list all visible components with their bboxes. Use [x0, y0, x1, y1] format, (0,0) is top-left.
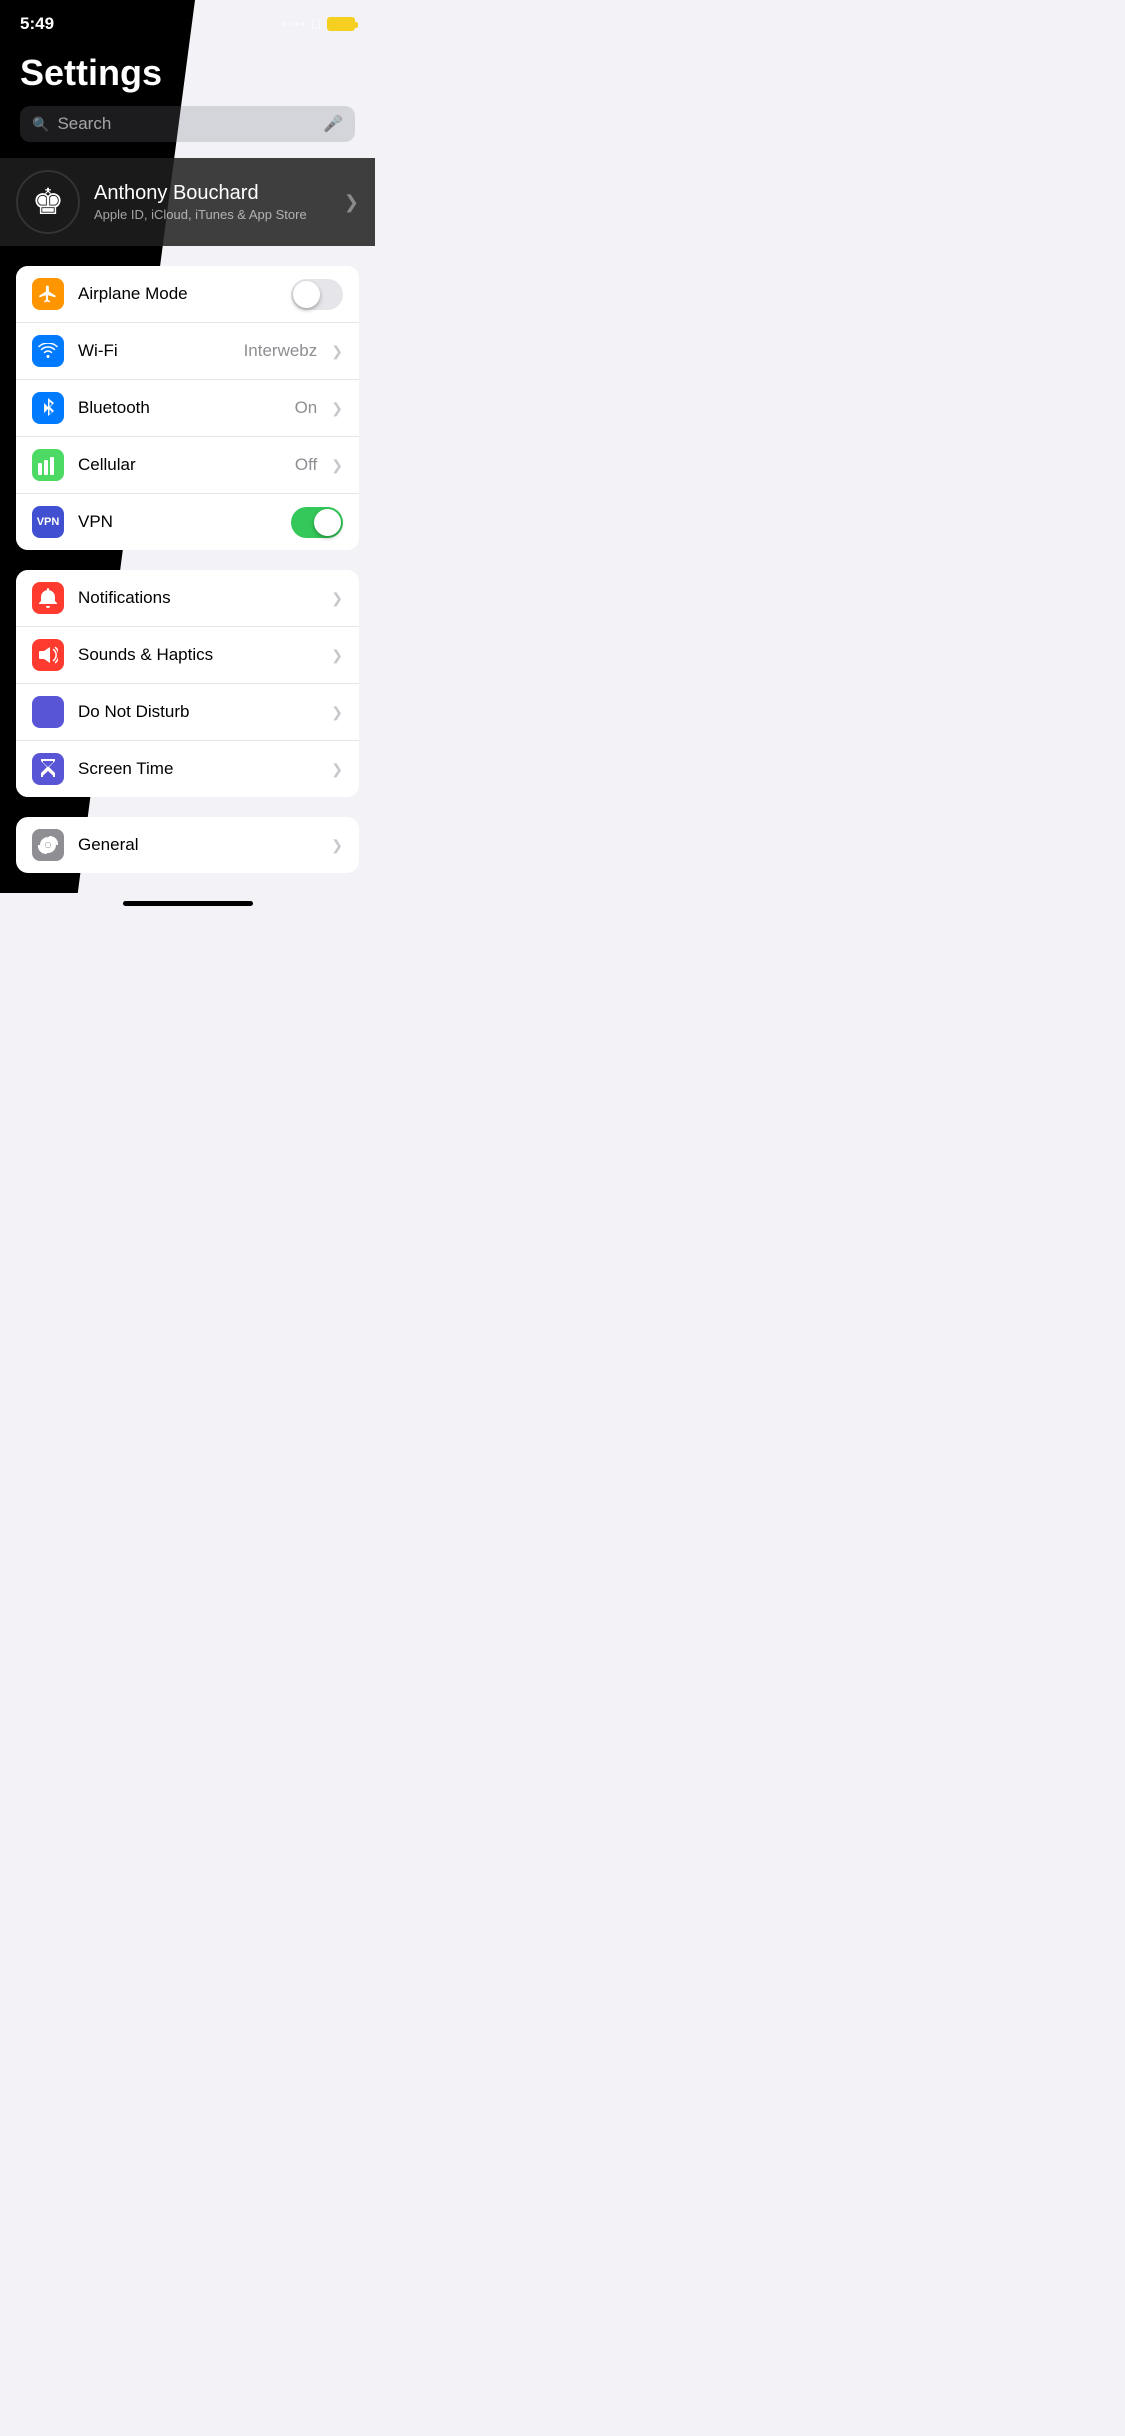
search-icon: 🔍 [32, 116, 49, 133]
screen-time-chevron: ❯ [331, 761, 343, 778]
profile-chevron: ❯ [344, 192, 359, 213]
settings-row-bluetooth[interactable]: Bluetooth On ❯ [16, 380, 359, 437]
cellular-value: Off [295, 455, 317, 475]
general-chevron: ❯ [331, 837, 343, 854]
vpn-icon: VPN [32, 506, 64, 538]
bluetooth-icon [32, 392, 64, 424]
wifi-value: Interwebz [244, 341, 318, 361]
screen-time-icon [32, 753, 64, 785]
battery-icon [327, 17, 355, 31]
airplane-mode-toggle-knob [293, 281, 320, 308]
connectivity-section: Airplane Mode Wi-Fi Interwebz ❯ Bluetoot… [16, 266, 359, 550]
profile-subtitle: Apple ID, iCloud, iTunes & App Store [94, 207, 330, 222]
search-input[interactable]: Search [57, 114, 315, 134]
screen-time-label: Screen Time [78, 759, 317, 779]
notifications-label: Notifications [78, 588, 317, 608]
bluetooth-chevron: ❯ [331, 400, 343, 417]
general-icon [32, 829, 64, 861]
cellular-chevron: ❯ [331, 457, 343, 474]
vpn-label: VPN [78, 512, 277, 532]
page-title: Settings [20, 52, 355, 94]
airplane-mode-toggle[interactable] [291, 279, 343, 310]
sounds-haptics-label: Sounds & Haptics [78, 645, 317, 665]
sounds-haptics-chevron: ❯ [331, 647, 343, 664]
status-time: 5:49 [20, 14, 54, 34]
profile-row[interactable]: ♚ Anthony Bouchard Apple ID, iCloud, iTu… [0, 158, 375, 246]
home-bar [123, 901, 253, 906]
settings-row-general[interactable]: General ❯ [16, 817, 359, 873]
cellular-label: Cellular [78, 455, 281, 475]
general-label: General [78, 835, 317, 855]
settings-row-notifications[interactable]: Notifications ❯ [16, 570, 359, 627]
profile-info: Anthony Bouchard Apple ID, iCloud, iTune… [94, 182, 330, 222]
do-not-disturb-chevron: ❯ [331, 704, 343, 721]
wifi-status-icon:  [311, 16, 322, 32]
settings-row-airplane-mode[interactable]: Airplane Mode [16, 266, 359, 323]
avatar-image: ♚ [32, 181, 64, 223]
sounds-haptics-icon [32, 639, 64, 671]
notifications-chevron: ❯ [331, 590, 343, 607]
do-not-disturb-icon [32, 696, 64, 728]
avatar: ♚ [16, 170, 80, 234]
bluetooth-label: Bluetooth [78, 398, 281, 418]
cellular-icon [32, 449, 64, 481]
vpn-toggle[interactable] [291, 507, 343, 538]
profile-name: Anthony Bouchard [94, 182, 330, 205]
wifi-icon [32, 335, 64, 367]
settings-row-do-not-disturb[interactable]: Do Not Disturb ❯ [16, 684, 359, 741]
search-bar[interactable]: 🔍 Search 🎤 [20, 106, 355, 142]
status-bar: 5:49  [0, 0, 375, 42]
general-section: General ❯ [16, 817, 359, 873]
airplane-mode-icon [32, 278, 64, 310]
system-section: Notifications ❯ Sounds & Haptics ❯ Do No… [16, 570, 359, 797]
microphone-icon[interactable]: 🎤 [323, 114, 343, 134]
wifi-label: Wi-Fi [78, 341, 230, 361]
vpn-toggle-knob [314, 509, 341, 536]
settings-row-cellular[interactable]: Cellular Off ❯ [16, 437, 359, 494]
do-not-disturb-label: Do Not Disturb [78, 702, 317, 722]
notifications-icon [32, 582, 64, 614]
wifi-chevron: ❯ [331, 343, 343, 360]
settings-row-vpn[interactable]: VPN VPN [16, 494, 359, 550]
settings-row-sounds-haptics[interactable]: Sounds & Haptics ❯ [16, 627, 359, 684]
bluetooth-value: On [295, 398, 318, 418]
header-area: Settings 🔍 Search 🎤 [0, 42, 375, 158]
settings-row-screen-time[interactable]: Screen Time ❯ [16, 741, 359, 797]
signal-icon [283, 22, 305, 26]
home-indicator-area [0, 893, 375, 914]
status-icons:  [283, 16, 356, 32]
settings-row-wifi[interactable]: Wi-Fi Interwebz ❯ [16, 323, 359, 380]
airplane-mode-label: Airplane Mode [78, 284, 277, 304]
